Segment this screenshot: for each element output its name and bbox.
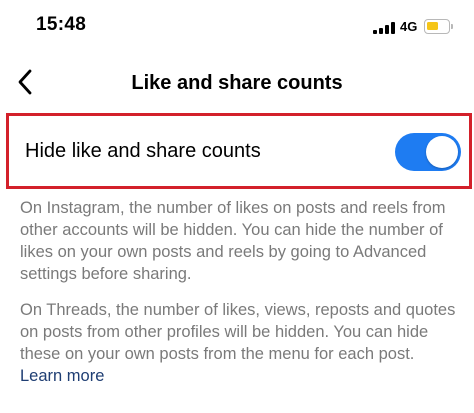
battery-cap	[451, 24, 453, 29]
battery-icon	[424, 19, 450, 34]
threads-description: On Threads, the number of likes, views, …	[20, 299, 460, 387]
status-time: 15:48	[36, 14, 87, 35]
threads-description-text: On Threads, the number of likes, views, …	[20, 301, 456, 363]
network-type: 4G	[400, 19, 418, 34]
hide-counts-toggle[interactable]	[395, 133, 461, 171]
page-title: Like and share counts	[131, 72, 343, 94]
hide-counts-label: Hide like and share counts	[25, 140, 261, 162]
cellular-signal-icon	[373, 22, 395, 34]
toggle-knob	[426, 136, 458, 168]
status-bar: 15:48 4G	[0, 0, 474, 48]
learn-more-link[interactable]: Learn more	[20, 367, 104, 385]
instagram-description: On Instagram, the number of likes on pos…	[20, 199, 446, 283]
battery-level	[427, 22, 438, 30]
hide-counts-setting-row: Hide like and share counts	[6, 113, 472, 189]
navigation-bar: Like and share counts	[0, 58, 474, 106]
